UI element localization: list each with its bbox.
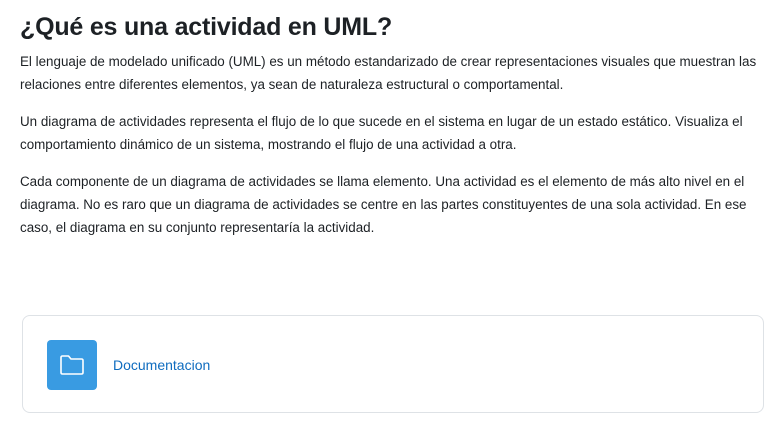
paragraph-activity-element: Cada componente de un diagrama de activi… (20, 174, 747, 235)
documentacion-link[interactable]: Documentacion (113, 356, 210, 374)
section-title: ¿Qué es una actividad en UML? (20, 13, 393, 41)
folder-icon (60, 355, 84, 375)
paragraph-uml-definition: El lenguaje de modelado unificado (UML) … (20, 54, 757, 92)
paragraph-activity-diagram: Un diagrama de actividades representa el… (20, 114, 743, 152)
folder-tile[interactable] (47, 340, 97, 390)
section-content: ¿Qué es una actividad en UML? El lenguaj… (20, 10, 760, 253)
resource-card[interactable]: Documentacion (22, 315, 764, 413)
